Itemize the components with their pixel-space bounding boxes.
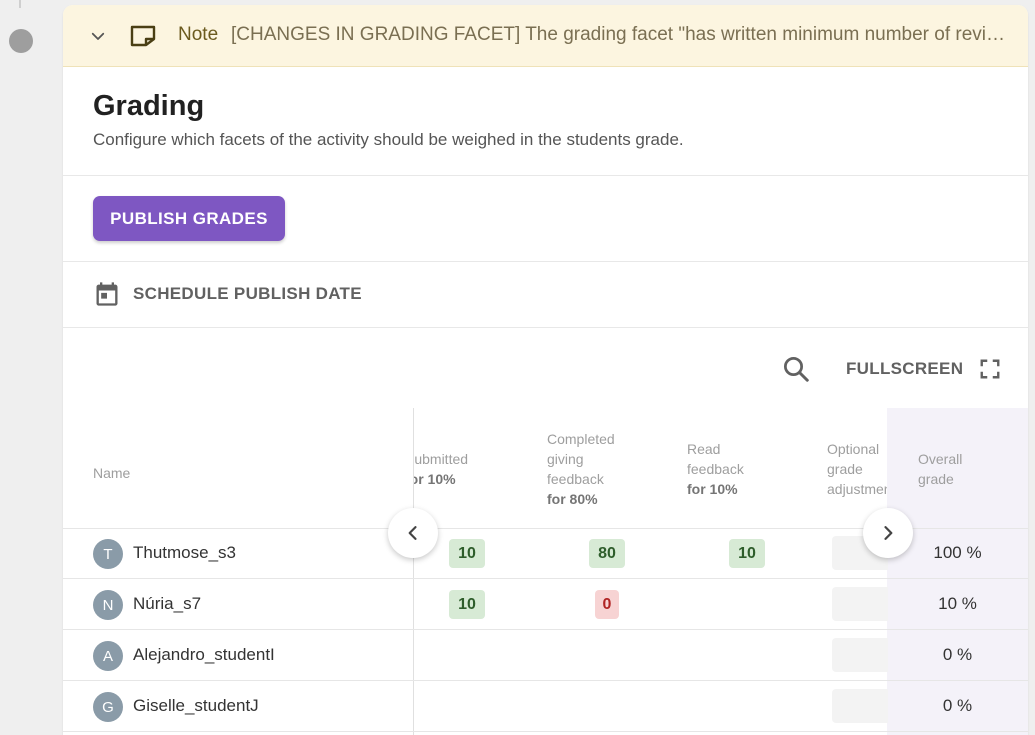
table-row: A Alejandro_studentI 0 % xyxy=(63,630,1028,681)
completed-score-chip: 80 xyxy=(589,539,625,568)
column-header-weight: for 10% xyxy=(687,481,738,497)
column-header-label: Completed giving feedback xyxy=(547,431,615,487)
column-header-weight: for 80% xyxy=(547,491,598,507)
column-header-weight: for 10% xyxy=(414,471,456,487)
page-title: Grading xyxy=(93,90,205,122)
student-name: Thutmose_s3 xyxy=(133,543,236,562)
publish-grades-button[interactable]: PUBLISH GRADES xyxy=(93,196,285,241)
completed-score-chip: 0 xyxy=(595,590,619,619)
chevron-right-icon xyxy=(884,526,893,540)
grade-adjustment-input[interactable] xyxy=(832,587,888,621)
grade-adjustment-input[interactable] xyxy=(832,638,888,672)
student-name: Giselle_studentJ xyxy=(133,696,259,715)
grades-table: Name Submitted for 10% Completed giving … xyxy=(63,408,1028,735)
avatar: A xyxy=(93,641,123,671)
timeline-line xyxy=(19,0,21,8)
column-header-submitted[interactable]: Submitted for 10% xyxy=(414,449,468,489)
fullscreen-label: FULLSCREEN xyxy=(846,359,964,378)
row-divider xyxy=(63,731,1028,732)
column-header-label: Read feedback xyxy=(687,441,744,477)
divider xyxy=(63,327,1028,328)
submitted-score-chip: 10 xyxy=(449,590,485,619)
note-icon xyxy=(130,25,156,47)
note-bar[interactable]: Note [CHANGES IN GRADING FACET] The grad… xyxy=(63,5,1028,67)
student-name: Alejandro_studentI xyxy=(133,645,275,664)
column-header-overall[interactable]: Overall grade xyxy=(918,449,988,489)
fullscreen-icon xyxy=(980,359,1000,379)
column-header-label: Submitted xyxy=(414,451,469,467)
overall-grade: 10 % xyxy=(938,594,977,613)
search-icon[interactable] xyxy=(781,354,811,384)
table-row: N Núria_s7 10 0 10 % xyxy=(63,579,1028,630)
column-header-optional[interactable]: Optional grade adjustment xyxy=(827,439,887,499)
column-header-completed[interactable]: Completed giving feedback for 80% xyxy=(547,429,637,509)
column-header-name[interactable]: Name xyxy=(93,463,130,483)
divider xyxy=(63,261,1028,262)
overall-grade: 0 % xyxy=(942,696,973,715)
calendar-icon xyxy=(96,282,118,306)
scroll-right-button[interactable] xyxy=(863,508,913,558)
timeline-dot xyxy=(9,29,33,53)
schedule-publish-date-button[interactable]: SCHEDULE PUBLISH DATE xyxy=(93,279,362,309)
column-header-read[interactable]: Read feedback for 10% xyxy=(687,439,767,499)
grade-adjustment-input[interactable] xyxy=(832,689,888,723)
page-description: Configure which facets of the activity s… xyxy=(93,130,684,149)
student-name: Núria_s7 xyxy=(133,594,202,613)
avatar: G xyxy=(93,692,123,722)
read-score-chip: 10 xyxy=(729,539,765,568)
divider xyxy=(63,175,1028,176)
table-row: G Giselle_studentJ 0 % xyxy=(63,681,1028,732)
note-label: Note xyxy=(178,24,219,45)
chevron-down-icon[interactable] xyxy=(89,27,107,45)
scrolling-headers: Submitted for 10% Completed giving feedb… xyxy=(414,408,887,528)
note-text: [CHANGES IN GRADING FACET] The grading f… xyxy=(231,24,1007,45)
grading-card: Note [CHANGES IN GRADING FACET] The grad… xyxy=(63,5,1028,735)
schedule-label: SCHEDULE PUBLISH DATE xyxy=(133,284,362,303)
fullscreen-button[interactable]: FULLSCREEN xyxy=(846,354,1001,384)
overall-grade: 0 % xyxy=(942,645,973,664)
avatar: T xyxy=(93,539,123,569)
scroll-left-button[interactable] xyxy=(388,508,438,558)
chevron-left-icon xyxy=(408,526,417,540)
avatar: N xyxy=(93,590,123,620)
submitted-score-chip: 10 xyxy=(449,539,485,568)
